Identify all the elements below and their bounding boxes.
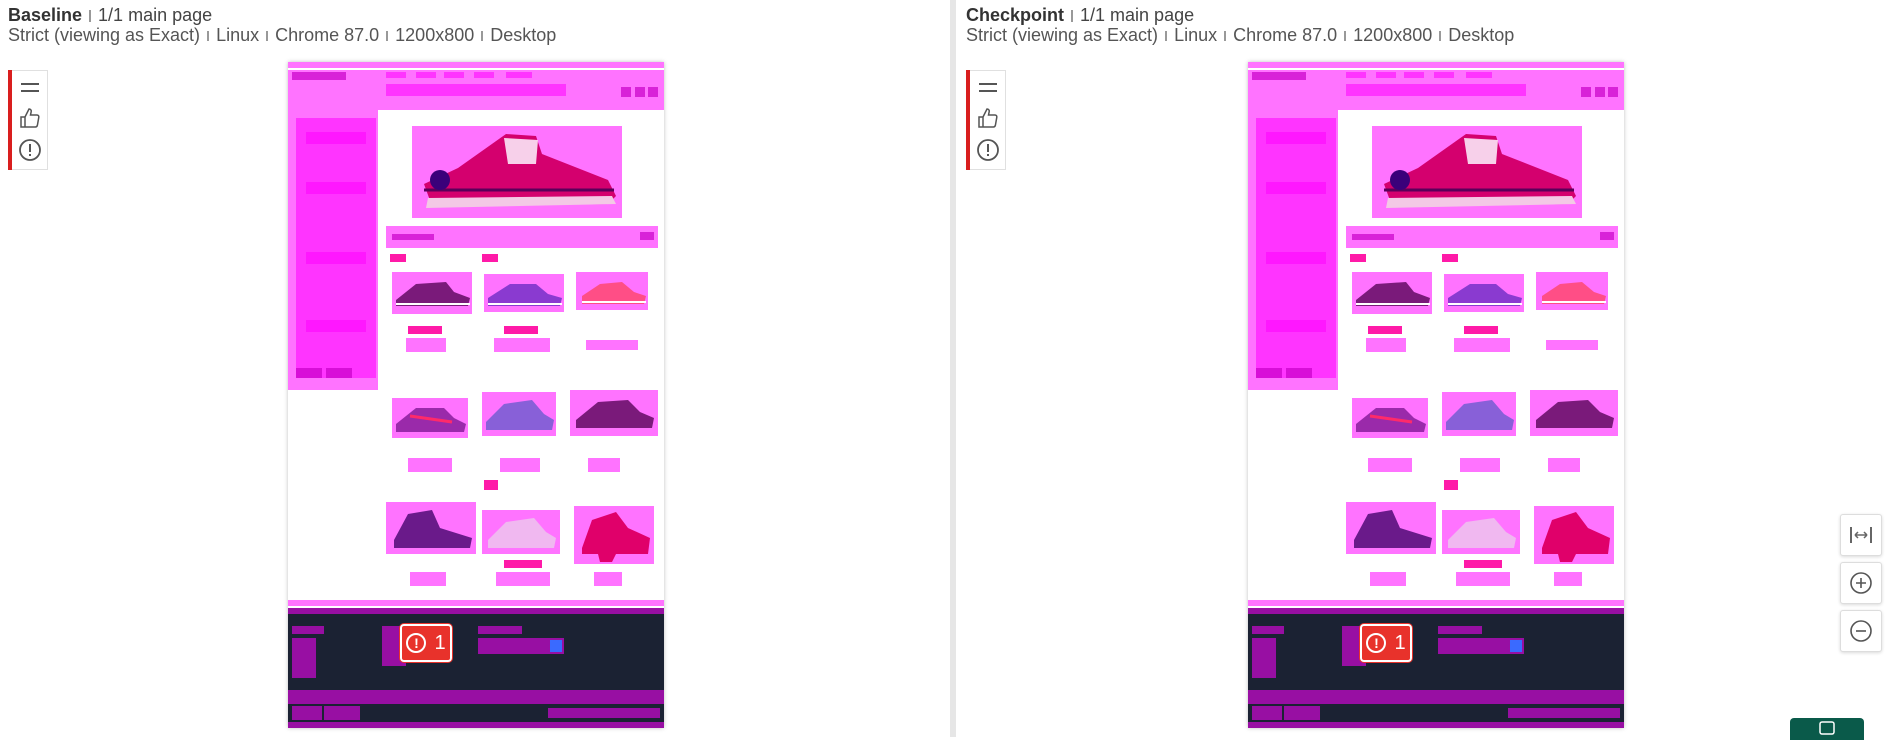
menu-icon[interactable]	[17, 75, 43, 101]
product-image[interactable]	[1536, 508, 1612, 562]
zoom-out-icon[interactable]	[1840, 610, 1882, 652]
product-image[interactable]	[392, 276, 472, 310]
thumbs-up-icon[interactable]	[17, 105, 43, 131]
product-image[interactable]	[482, 396, 556, 434]
site-footer	[1248, 608, 1624, 728]
product-image[interactable]	[484, 276, 564, 310]
checkpoint-page-info: 1/1 main page	[1080, 5, 1195, 25]
product-image[interactable]	[484, 512, 558, 552]
diff-count-badge[interactable]: ! 1	[1360, 624, 1412, 662]
meta-browser: Chrome 87.0	[275, 25, 380, 45]
rail-accent	[966, 70, 970, 170]
meta-viewport: 1200x800	[1353, 25, 1433, 45]
product-image[interactable]	[1348, 504, 1434, 552]
hero-shoe-image	[1378, 124, 1578, 216]
menu-icon[interactable]	[975, 75, 1001, 101]
checkpoint-screenshot[interactable]	[1248, 62, 1624, 728]
checkpoint-meta: Strict (viewing as Exact) Linux Chrome 87.…	[966, 24, 1514, 46]
exclamation-icon[interactable]	[17, 137, 43, 163]
product-image[interactable]	[1538, 274, 1608, 308]
site-footer	[288, 608, 664, 728]
baseline-screenshot[interactable]	[288, 62, 664, 728]
exclamation-icon: !	[1366, 633, 1387, 653]
baseline-header: Baseline 1/1 main page	[8, 4, 212, 26]
zoom-in-icon[interactable]	[1840, 562, 1882, 604]
meta-browser: Chrome 87.0	[1233, 25, 1338, 45]
meta-device: Desktop	[1448, 25, 1515, 45]
meta-device: Desktop	[490, 25, 557, 45]
checkpoint-toolrail	[966, 70, 1006, 170]
product-image[interactable]	[388, 504, 474, 552]
meta-os: Linux	[1174, 25, 1218, 45]
product-image[interactable]	[578, 274, 648, 308]
checkpoint-panel: Checkpoint 1/1 main page Strict (viewing …	[958, 0, 1898, 737]
product-image[interactable]	[576, 508, 652, 562]
product-image[interactable]	[1444, 276, 1524, 310]
rail-accent	[8, 70, 12, 170]
product-image[interactable]	[1532, 394, 1616, 432]
baseline-page-info: 1/1 main page	[98, 5, 213, 25]
fit-width-icon[interactable]	[1840, 514, 1882, 556]
checkpoint-header: Checkpoint 1/1 main page	[966, 4, 1194, 26]
product-image[interactable]	[572, 394, 656, 432]
diff-count: 1	[1394, 631, 1406, 654]
hero-shoe-image	[418, 124, 618, 216]
diff-count: 1	[434, 631, 446, 654]
baseline-panel: Baseline 1/1 main page Strict (viewing as…	[0, 0, 950, 737]
product-image[interactable]	[392, 400, 468, 436]
exclamation-icon[interactable]	[975, 137, 1001, 163]
baseline-title: Baseline	[8, 5, 83, 25]
diff-count-badge[interactable]: ! 1	[400, 624, 452, 662]
product-image[interactable]	[1442, 396, 1516, 434]
checkpoint-title: Checkpoint	[966, 5, 1065, 25]
thumbs-up-icon[interactable]	[975, 105, 1001, 131]
baseline-toolrail	[8, 70, 48, 170]
product-image[interactable]	[1444, 512, 1518, 552]
exclamation-icon: !	[406, 633, 427, 653]
meta-match-level: Strict (viewing as Exact)	[8, 25, 201, 45]
panel-divider[interactable]	[950, 0, 956, 737]
baseline-meta: Strict (viewing as Exact) Linux Chrome 87.…	[8, 24, 556, 46]
meta-os: Linux	[216, 25, 260, 45]
meta-match-level: Strict (viewing as Exact)	[966, 25, 1159, 45]
meta-viewport: 1200x800	[395, 25, 475, 45]
product-image[interactable]	[1352, 276, 1432, 310]
product-image[interactable]	[1352, 400, 1428, 436]
